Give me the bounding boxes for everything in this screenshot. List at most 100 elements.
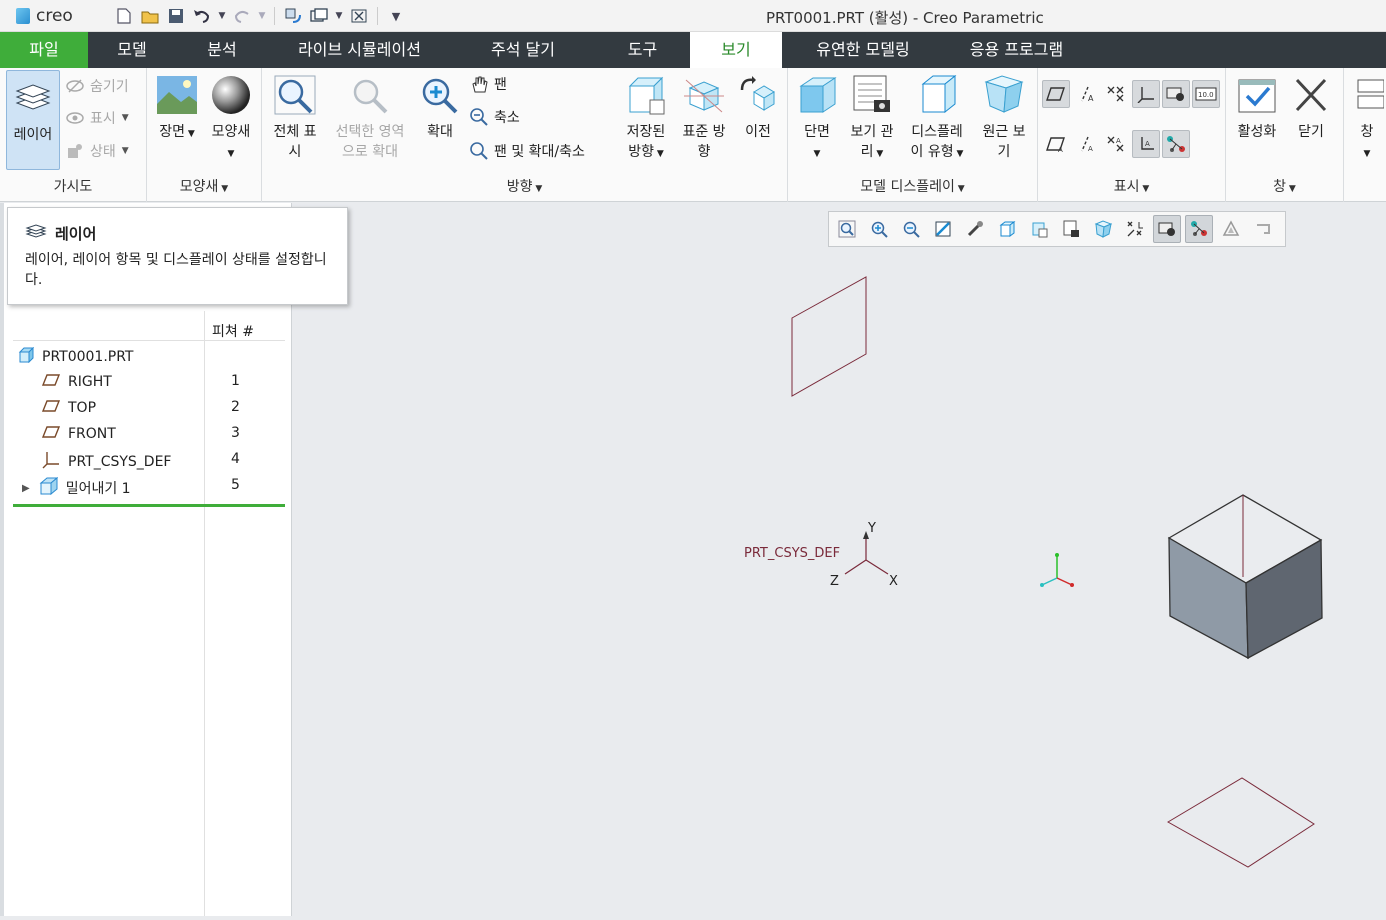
- display-style-button[interactable]: 디스플레 이 유형 ▼: [904, 72, 970, 164]
- tree-item[interactable]: FRONT: [41, 425, 116, 443]
- refit-button[interactable]: 전체 표시: [266, 72, 324, 162]
- status-button[interactable]: 상태 ▼: [66, 141, 129, 161]
- activate-button[interactable]: 활성화: [1232, 72, 1282, 142]
- csys-display-icon[interactable]: [1132, 80, 1160, 108]
- section-button[interactable]: 단면 ▼: [792, 72, 842, 164]
- tab-annotate[interactable]: 주석 달기: [451, 32, 595, 68]
- divider: [274, 7, 275, 25]
- hide-eye-icon: [66, 77, 84, 95]
- header-divider: [13, 340, 285, 341]
- hide-button[interactable]: 숨기기: [66, 76, 129, 96]
- zoom-in-button[interactable]: 확대: [414, 72, 466, 142]
- tree-item[interactable]: TOP: [41, 399, 96, 417]
- close-x-icon: [1289, 74, 1333, 118]
- close-button[interactable]: 닫기: [1286, 72, 1336, 142]
- tab-file[interactable]: 파일: [0, 32, 88, 68]
- tab-live-simulation[interactable]: 라이브 시뮬레이션: [268, 32, 451, 68]
- tree-item[interactable]: ▶ 밀어내기 1: [22, 476, 131, 499]
- axis-display-icon[interactable]: A: [1072, 80, 1100, 108]
- windows-button[interactable]: 창 ▼: [1350, 72, 1384, 164]
- csys-tag-display-icon[interactable]: A: [1132, 130, 1160, 158]
- insert-indicator[interactable]: [13, 504, 285, 507]
- tab-view[interactable]: 보기: [690, 32, 782, 68]
- point-tag-display-icon[interactable]: A: [1102, 130, 1130, 158]
- plane-tag-display-icon[interactable]: A: [1042, 130, 1070, 158]
- zoom-in-icon: [418, 74, 462, 118]
- tree-item[interactable]: RIGHT: [41, 373, 112, 391]
- extrude-solid[interactable]: [1167, 494, 1323, 660]
- expand-arrow-icon[interactable]: ▶: [22, 483, 30, 494]
- extrude-icon: [38, 476, 59, 499]
- show-button[interactable]: 표시 ▼: [66, 108, 129, 128]
- undo-icon[interactable]: [191, 5, 213, 27]
- display-style-icon: [915, 74, 959, 118]
- plane-display-icon[interactable]: [1042, 80, 1070, 108]
- axis-tag-display-icon[interactable]: A: [1072, 130, 1100, 158]
- save-icon[interactable]: [165, 5, 187, 27]
- spin-center-icon[interactable]: [1162, 80, 1190, 108]
- datum-plane-front[interactable]: [791, 276, 867, 397]
- appearance-sphere-icon: [209, 74, 253, 118]
- tab-analysis[interactable]: 분석: [176, 32, 268, 68]
- model-tree-panel: 피쳐 # PRT0001.PRT RIGHT 1 TOP 2 FRONT 3 P…: [0, 203, 292, 916]
- connection-display-icon[interactable]: [1185, 215, 1213, 243]
- standard-orientation-button[interactable]: 표준 방향: [676, 72, 732, 162]
- feature-number-header[interactable]: 피쳐 #: [212, 321, 254, 341]
- perspective-view-button[interactable]: 원근 보기: [974, 72, 1034, 162]
- datum-display-filters-icon[interactable]: [1121, 215, 1149, 243]
- tab-model[interactable]: 모델: [88, 32, 176, 68]
- layers-button[interactable]: 레이어: [6, 70, 60, 170]
- tab-tools[interactable]: 도구: [595, 32, 690, 68]
- zoom-out-button[interactable]: 축소: [470, 107, 520, 127]
- saved-orientations-button[interactable]: 저장된 방향 ▼: [618, 72, 674, 164]
- model-simplify-icon[interactable]: [1217, 215, 1245, 243]
- regenerate-icon[interactable]: [282, 5, 304, 27]
- previous-orientation-button[interactable]: 이전: [734, 72, 782, 142]
- view-manager-button[interactable]: 보기 관리 ▼: [844, 72, 900, 164]
- section-icon: [795, 74, 839, 118]
- repaint-icon[interactable]: [929, 215, 957, 243]
- zoom-in-icon[interactable]: [865, 215, 893, 243]
- refit-icon[interactable]: [833, 215, 861, 243]
- datum-plane-top[interactable]: [1167, 777, 1315, 868]
- redo-icon[interactable]: [231, 5, 253, 27]
- graphics-viewport[interactable]: PRT_CSYS_DEF Y X Z: [293, 203, 1386, 916]
- datum-plane-icon: [41, 399, 61, 417]
- svg-text:A: A: [1116, 137, 1121, 145]
- refit-magnifier-icon: [273, 74, 317, 118]
- saved-orientations-icon[interactable]: [1025, 215, 1053, 243]
- part-icon: [18, 346, 35, 367]
- svg-text:A: A: [1088, 94, 1094, 103]
- zoom-out-icon[interactable]: [897, 215, 925, 243]
- tab-applications[interactable]: 응용 프로그램: [944, 32, 1089, 68]
- display-style-icon[interactable]: [993, 215, 1021, 243]
- open-icon[interactable]: [139, 5, 161, 27]
- orientation-triad: [1040, 553, 1074, 587]
- annotation-display-icon[interactable]: [1153, 215, 1181, 243]
- tab-flexible-modeling[interactable]: 유연한 모델링: [782, 32, 944, 68]
- spin-center-icon[interactable]: [961, 215, 989, 243]
- connection-display-icon[interactable]: [1162, 130, 1190, 158]
- zoom-out-icon: [470, 108, 488, 126]
- point-display-icon[interactable]: [1102, 80, 1130, 108]
- customize-icon[interactable]: ▼: [385, 5, 407, 27]
- csys-glyph[interactable]: [844, 531, 889, 575]
- scene-button[interactable]: 장면 ▼: [151, 72, 203, 144]
- pan-button[interactable]: 팬: [470, 74, 507, 94]
- redo-dropdown-icon[interactable]: ▼: [257, 5, 267, 27]
- view-manager-icon[interactable]: [1057, 215, 1085, 243]
- window-dropdown-icon[interactable]: ▼: [334, 5, 344, 27]
- new-icon[interactable]: [113, 5, 135, 27]
- close-window-icon[interactable]: [348, 5, 370, 27]
- undo-dropdown-icon[interactable]: ▼: [217, 5, 227, 27]
- appearance-button[interactable]: 모양새 ▼: [205, 72, 257, 164]
- annotation-display-icon[interactable]: 10.0: [1192, 80, 1220, 108]
- perspective-view-icon[interactable]: [1089, 215, 1117, 243]
- group-label: 가시도: [53, 179, 93, 195]
- window-icon[interactable]: [308, 5, 330, 27]
- pan-zoom-button[interactable]: 팬 및 확대/축소: [470, 141, 585, 161]
- tree-root[interactable]: PRT0001.PRT: [18, 346, 134, 367]
- tree-item[interactable]: PRT_CSYS_DEF: [42, 451, 171, 473]
- zoom-to-selected-button[interactable]: 선택한 영역 으로 확대: [328, 72, 412, 162]
- highlight-icon[interactable]: [1249, 215, 1277, 243]
